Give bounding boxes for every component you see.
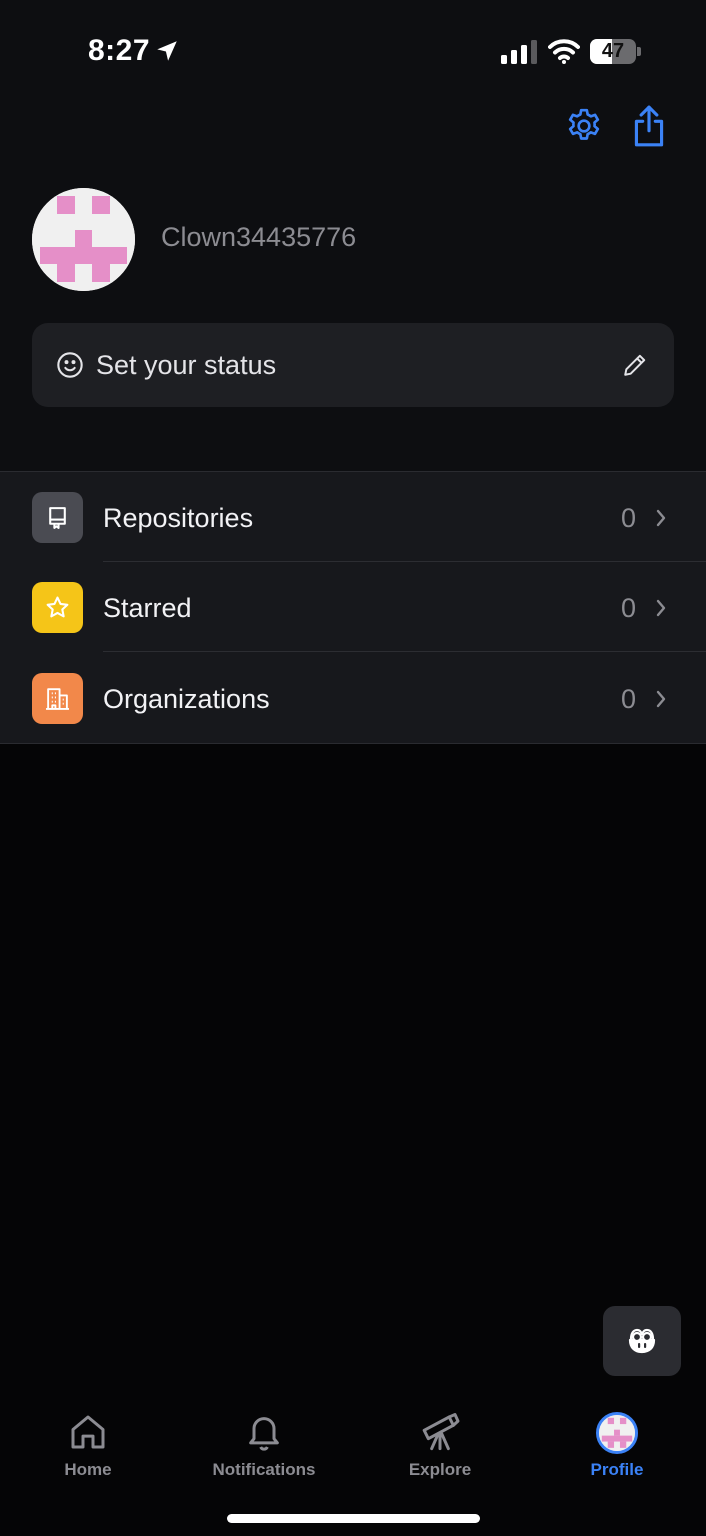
menu-item-label: Organizations (103, 684, 270, 714)
tab-label: Notifications (212, 1460, 316, 1479)
copilot-icon (628, 1328, 656, 1354)
menu-item-count: 0 (620, 593, 636, 623)
bell-icon (249, 1417, 279, 1451)
copilot-button[interactable] (603, 1306, 681, 1376)
menu-item-label: Starred (103, 593, 192, 623)
battery-icon: 47 (590, 39, 642, 64)
username: Clown34435776 (161, 222, 357, 252)
home-icon (71, 1415, 105, 1449)
set-status-button[interactable]: Set your status (32, 323, 674, 407)
chevron-right-icon (656, 599, 666, 617)
location-arrow-icon (157, 41, 177, 61)
tab-label: Explore (408, 1460, 472, 1479)
menu-item-count: 0 (620, 684, 636, 714)
tab-label: Home (64, 1460, 112, 1479)
star-icon (46, 596, 69, 618)
cellular-signal-icon (501, 40, 537, 64)
menu-item-organizations[interactable]: Organizations 0 (0, 653, 706, 743)
smile-icon (57, 352, 83, 378)
profile-header (0, 100, 706, 472)
identicon (32, 188, 135, 291)
battery-level: 47 (601, 40, 625, 62)
tab-profile[interactable]: Profile (529, 1392, 705, 1492)
chevron-right-icon (656, 690, 666, 708)
tab-notifications[interactable]: Notifications (176, 1392, 352, 1492)
clock-time: 8:27 (88, 34, 151, 67)
star-icon-badge (32, 582, 83, 633)
status-label: Set your status (96, 350, 277, 380)
menu-item-label: Repositories (103, 503, 254, 533)
organization-icon-badge (32, 673, 83, 724)
pencil-icon[interactable] (622, 352, 648, 378)
profile-menu-list: Repositories 0 Starred 0 Organizations 0 (0, 471, 706, 744)
home-indicator[interactable] (227, 1514, 480, 1523)
gear-icon[interactable] (564, 106, 604, 146)
menu-item-repositories[interactable]: Repositories 0 (0, 472, 706, 562)
wifi-icon (548, 39, 580, 64)
avatar-icon (596, 1412, 638, 1454)
telescope-icon (422, 1413, 460, 1451)
chevron-right-icon (656, 509, 666, 527)
repo-icon (49, 507, 66, 529)
menu-item-starred[interactable]: Starred 0 (0, 562, 706, 652)
avatar[interactable] (32, 188, 135, 291)
menu-item-count: 0 (620, 503, 636, 533)
share-icon[interactable] (630, 104, 668, 148)
repo-icon-badge (32, 492, 83, 543)
status-bar: 8:27 47 (0, 0, 706, 100)
tab-explore[interactable]: Explore (352, 1392, 528, 1492)
tab-home[interactable]: Home (0, 1392, 176, 1492)
tab-label: Profile (590, 1460, 644, 1479)
organization-icon (46, 688, 69, 710)
